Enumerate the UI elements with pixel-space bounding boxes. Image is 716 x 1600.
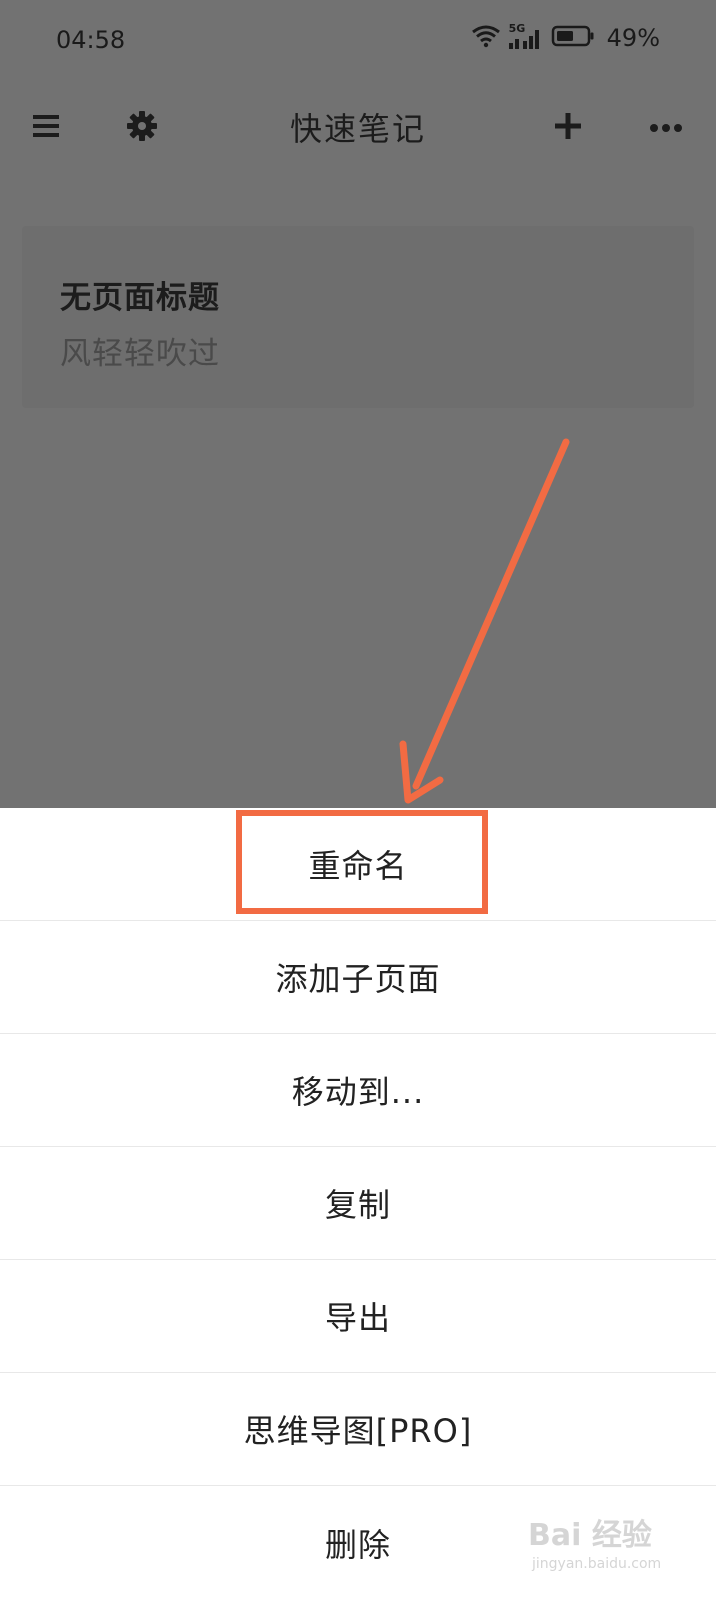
watermark: Bai 经验 jingyan.baidu.com (528, 1510, 698, 1586)
page-title: 快速笔记 (289, 110, 426, 148)
battery-icon (551, 24, 595, 52)
status-indicators: 5G 49% (471, 22, 660, 52)
battery-percent: 49% (606, 24, 660, 52)
add-note-button[interactable] (544, 104, 592, 152)
wifi-icon (471, 24, 501, 52)
menu-item-move-to[interactable]: 移动到... (0, 1034, 716, 1147)
signal-icon: 5G (508, 22, 543, 51)
menu-item-label: 复制 (324, 1186, 391, 1224)
screen: 04:58 5G 49% 快速笔记 无页面标题 风轻轻吹过 重命名 添加子页面 … (0, 0, 716, 1600)
menu-item-label: 移动到... (291, 1073, 425, 1111)
note-card[interactable]: 无页面标题 风轻轻吹过 (22, 226, 694, 408)
highlight-box (236, 810, 488, 914)
menu-item-label: 思维导图[PRO] (243, 1412, 473, 1450)
menu-item-label: 导出 (324, 1299, 391, 1337)
context-menu-sheet: 重命名 添加子页面 移动到... 复制 导出 思维导图[PRO] 删除 (0, 808, 716, 1600)
status-time: 04:58 (56, 26, 126, 54)
menu-item-mind-map[interactable]: 思维导图[PRO] (0, 1373, 716, 1486)
menu-item-export[interactable]: 导出 (0, 1260, 716, 1373)
menu-item-label: 添加子页面 (275, 960, 441, 998)
more-icon (649, 119, 683, 138)
note-preview: 风轻轻吹过 (60, 336, 220, 372)
status-bar: 04:58 5G 49% (0, 0, 716, 82)
app-bar: 快速笔记 (0, 82, 716, 174)
menu-item-copy[interactable]: 复制 (0, 1147, 716, 1260)
watermark-logo: Bai 经验 (528, 1518, 652, 1553)
menu-item-add-subpage[interactable]: 添加子页面 (0, 921, 716, 1034)
menu-item-label: 删除 (324, 1525, 391, 1564)
plus-icon (553, 111, 583, 145)
note-title: 无页面标题 (60, 280, 220, 316)
more-button[interactable] (642, 104, 690, 152)
watermark-url: jingyan.baidu.com (532, 1556, 662, 1572)
